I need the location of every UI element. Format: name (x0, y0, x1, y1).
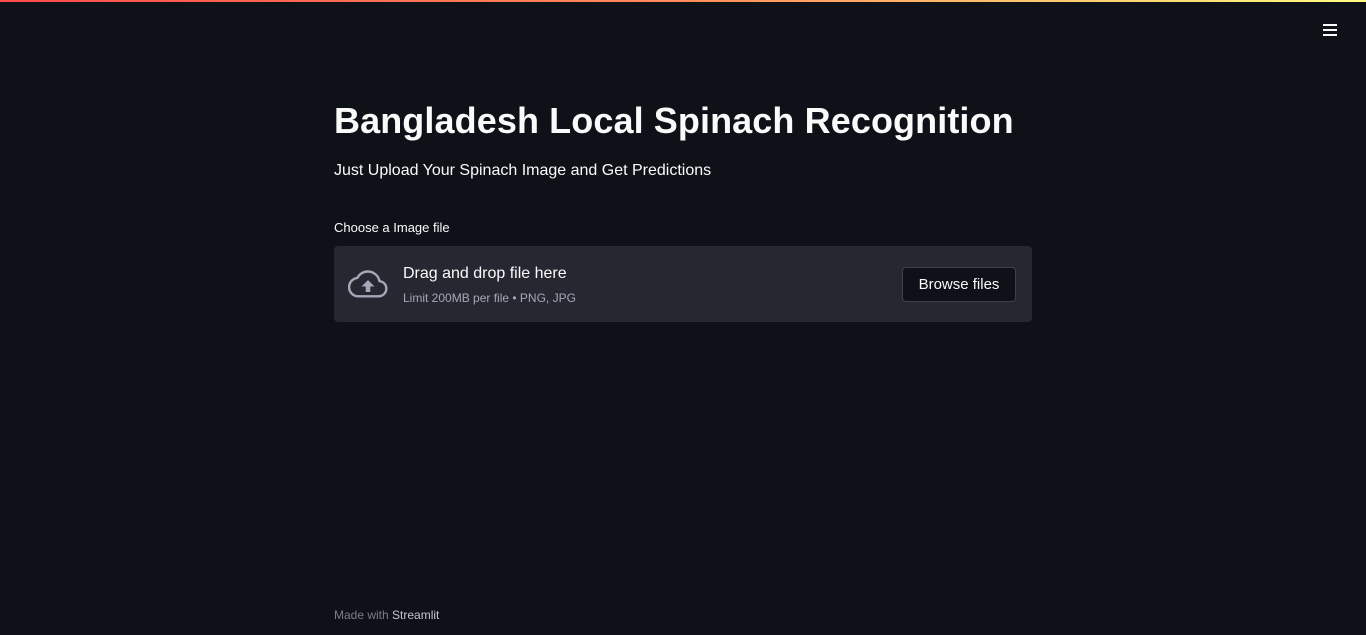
top-accent-bar (0, 0, 1366, 2)
file-dropzone[interactable]: Drag and drop file here Limit 200MB per … (334, 246, 1032, 322)
dropzone-instructions: Drag and drop file here (403, 265, 567, 282)
hamburger-icon (1323, 24, 1337, 36)
footer: Made with Streamlit (334, 608, 439, 622)
page-title: Bangladesh Local Spinach Recognition (334, 100, 1014, 141)
page-subtitle: Just Upload Your Spinach Image and Get P… (334, 162, 712, 179)
streamlit-link[interactable]: Streamlit (392, 608, 439, 622)
main-menu-button[interactable] (1316, 18, 1344, 42)
footer-prefix: Made with (334, 608, 389, 622)
file-uploader-label: Choose a Image file (334, 220, 450, 235)
browse-files-button[interactable]: Browse files (902, 267, 1016, 302)
dropzone-file-limit: Limit 200MB per file • PNG, JPG (403, 291, 576, 305)
cloud-upload-icon (348, 270, 388, 298)
